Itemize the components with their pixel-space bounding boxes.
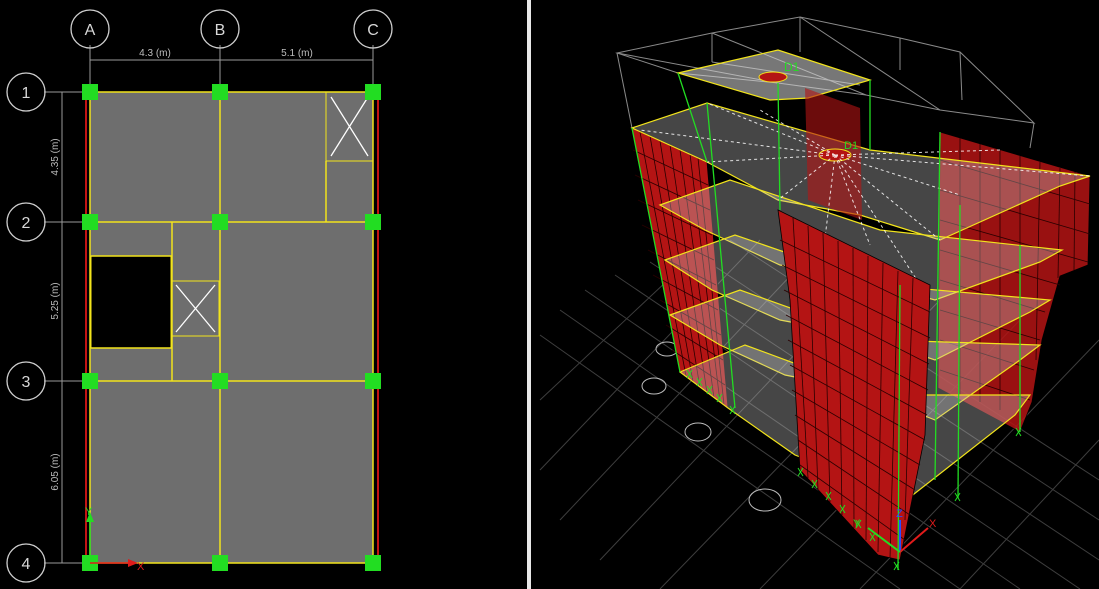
grid-label-2: 2 <box>22 215 31 232</box>
grid-label-3: 3 <box>22 374 31 391</box>
plan-view-pane[interactable]: A B C 1 2 3 4 4.3 (m) 5.1 (m) 4.35 (m) 5… <box>0 0 527 589</box>
iso-axis-y-label: Y <box>853 518 861 530</box>
slab-opening[interactable] <box>90 255 172 349</box>
iso-axis-z-label: Z <box>896 508 903 520</box>
iso-axis-x-label: X <box>929 518 937 530</box>
dimension-label-23: 5.25 (m) <box>50 282 61 319</box>
3d-view-canvas[interactable]: D1 D1 X Y Z <box>531 0 1099 589</box>
plan-axis-x-label: X <box>137 561 145 573</box>
column-grid-bubbles[interactable]: A B C <box>70 9 393 49</box>
grid-label-c: C <box>367 22 379 39</box>
dimension-label-12: 4.35 (m) <box>50 138 61 175</box>
column-grid-leaders <box>89 45 374 88</box>
dimension-label-bc: 5.1 (m) <box>281 48 313 59</box>
grid-label-1: 1 <box>22 85 31 102</box>
row-grid-bubbles[interactable]: 1 2 3 4 <box>6 72 46 583</box>
dimension-label-ab: 4.3 (m) <box>139 48 171 59</box>
diaphragm-marker-roof[interactable] <box>758 71 788 83</box>
diaphragm-label-roof: D1 <box>784 60 800 74</box>
3d-view-pane[interactable]: D1 D1 X Y Z <box>531 0 1099 589</box>
top-dimension-lines <box>89 55 374 66</box>
plan-view-canvas[interactable]: A B C 1 2 3 4 4.3 (m) 5.1 (m) 4.35 (m) 5… <box>0 0 527 589</box>
grid-label-4: 4 <box>22 556 31 573</box>
grid-label-a: A <box>85 22 96 39</box>
grid-label-b: B <box>215 22 226 39</box>
diaphragm-label-level: D1 <box>844 140 858 152</box>
plan-axis-y-label: Y <box>85 506 93 518</box>
dimension-label-34: 6.05 (m) <box>50 453 61 490</box>
